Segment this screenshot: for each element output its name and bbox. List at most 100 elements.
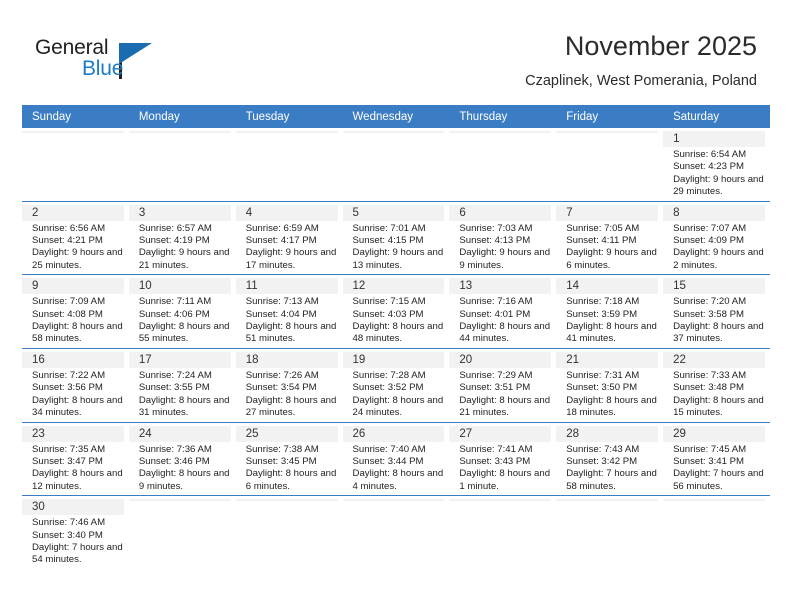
weekday-header-row: Sunday Monday Tuesday Wednesday Thursday…: [22, 105, 770, 128]
calendar-cell-day[interactable]: 20 Sunrise: 7:29 AM Sunset: 3:51 PM Dayli…: [449, 348, 557, 423]
calendar-cell-inner: 27 Sunrise: 7:41 AM Sunset: 3:43 PM Dayli…: [449, 423, 556, 496]
day-number: 22: [663, 351, 765, 368]
calendar-cell-inner: [556, 128, 663, 201]
page-header: General Blue November 2025 Czaplinek, We…: [0, 0, 792, 104]
calendar-week-row: 23 Sunrise: 7:35 AM Sunset: 3:47 PM Dayli…: [22, 422, 770, 497]
calendar-cell-day[interactable]: 23 Sunrise: 7:35 AM Sunset: 3:47 PM Dayli…: [22, 422, 129, 497]
day-number: 16: [22, 351, 124, 368]
calendar-cell-day[interactable]: 12 Sunrise: 7:15 AM Sunset: 4:03 PM Dayli…: [342, 274, 450, 349]
calendar-week-row: 2 Sunrise: 6:56 AM Sunset: 4:21 PM Daylig…: [22, 201, 770, 276]
sun-times-detail: Sunrise: 7:01 AM Sunset: 4:15 PM Dayligh…: [352, 222, 444, 271]
calendar-cell-day[interactable]: 6 Sunrise: 7:03 AM Sunset: 4:13 PM Daylig…: [449, 201, 557, 276]
sun-times-detail: Sunrise: 7:29 AM Sunset: 3:51 PM Dayligh…: [459, 369, 551, 419]
calendar-cell-day[interactable]: 16 Sunrise: 7:22 AM Sunset: 3:56 PM Dayli…: [22, 348, 129, 423]
calendar-cell-inner: 28 Sunrise: 7:43 AM Sunset: 3:42 PM Dayli…: [556, 423, 663, 496]
calendar-cell-inner: 15 Sunrise: 7:20 AM Sunset: 3:58 PM Dayli…: [663, 275, 770, 348]
day-number: [342, 131, 445, 133]
calendar-cell-day[interactable]: 25 Sunrise: 7:38 AM Sunset: 3:45 PM Dayli…: [235, 422, 343, 497]
calendar-cell-inner: 5 Sunrise: 7:01 AM Sunset: 4:15 PM Daylig…: [342, 202, 450, 275]
calendar-cell-day[interactable]: 14 Sunrise: 7:18 AM Sunset: 3:59 PM Dayli…: [556, 274, 664, 349]
calendar-cell-day[interactable]: 24 Sunrise: 7:36 AM Sunset: 3:46 PM Dayli…: [128, 422, 236, 497]
weekday-header-monday: Monday: [128, 105, 236, 128]
day-number: 15: [663, 278, 765, 295]
calendar-cell-day[interactable]: 17 Sunrise: 7:24 AM Sunset: 3:55 PM Dayli…: [128, 348, 236, 423]
calendar-cell-day[interactable]: 21 Sunrise: 7:31 AM Sunset: 3:50 PM Dayli…: [556, 348, 664, 423]
day-number: 26: [342, 425, 445, 442]
calendar-cell-inner: 21 Sunrise: 7:31 AM Sunset: 3:50 PM Dayli…: [556, 349, 663, 422]
calendar-cell-content: 5 Sunrise: 7:01 AM Sunset: 4:15 PM Daylig…: [342, 202, 450, 275]
calendar-cell-content: [128, 496, 236, 505]
calendar-cell-inner: [235, 496, 343, 569]
calendar-cell-content: 12 Sunrise: 7:15 AM Sunset: 4:03 PM Dayli…: [342, 275, 450, 348]
calendar-cell-inner: 24 Sunrise: 7:36 AM Sunset: 3:46 PM Dayli…: [128, 423, 236, 496]
calendar-cell-inner: 14 Sunrise: 7:18 AM Sunset: 3:59 PM Dayli…: [556, 275, 663, 348]
calendar-cell-day[interactable]: 19 Sunrise: 7:28 AM Sunset: 3:52 PM Dayli…: [342, 348, 450, 423]
sun-times-detail: Sunrise: 7:40 AM Sunset: 3:44 PM Dayligh…: [352, 443, 444, 492]
calendar-cell-content: [663, 496, 770, 505]
calendar-cell-content: 1 Sunrise: 6:54 AM Sunset: 4:23 PM Daylig…: [663, 128, 770, 201]
calendar-cell-day[interactable]: 28 Sunrise: 7:43 AM Sunset: 3:42 PM Dayli…: [556, 422, 664, 497]
calendar-cell-inner: 1 Sunrise: 6:54 AM Sunset: 4:23 PM Daylig…: [663, 128, 770, 201]
calendar-cell-day[interactable]: 11 Sunrise: 7:13 AM Sunset: 4:04 PM Dayli…: [235, 274, 343, 349]
sun-times-detail: Sunrise: 7:28 AM Sunset: 3:52 PM Dayligh…: [352, 369, 444, 419]
calendar-cell-inner: 11 Sunrise: 7:13 AM Sunset: 4:04 PM Dayli…: [235, 275, 343, 348]
sun-times-detail: Sunrise: 6:57 AM Sunset: 4:19 PM Dayligh…: [138, 222, 230, 271]
calendar-cell-empty: [556, 128, 664, 202]
calendar-cell-inner: 10 Sunrise: 7:11 AM Sunset: 4:06 PM Dayli…: [128, 275, 236, 348]
calendar-cell-empty: [235, 496, 343, 569]
calendar-cell-day[interactable]: 9 Sunrise: 7:09 AM Sunset: 4:08 PM Daylig…: [22, 274, 129, 349]
weekday-header-sunday: Sunday: [22, 105, 129, 128]
calendar-cell-day[interactable]: 2 Sunrise: 6:56 AM Sunset: 4:21 PM Daylig…: [22, 201, 129, 276]
day-number: 12: [342, 278, 445, 295]
calendar-cell-day[interactable]: 1 Sunrise: 6:54 AM Sunset: 4:23 PM Daylig…: [663, 128, 770, 202]
calendar-cell-content: 26 Sunrise: 7:40 AM Sunset: 3:44 PM Dayli…: [342, 423, 450, 496]
calendar-cell-inner: [449, 128, 556, 201]
calendar-cell-empty: [449, 496, 556, 569]
calendar-cell-content: 18 Sunrise: 7:26 AM Sunset: 3:54 PM Dayli…: [235, 349, 343, 422]
sun-times-detail: Sunrise: 7:43 AM Sunset: 3:42 PM Dayligh…: [566, 443, 657, 492]
general-blue-logo[interactable]: General Blue: [35, 36, 215, 88]
calendar-cell-day[interactable]: 27 Sunrise: 7:41 AM Sunset: 3:43 PM Dayli…: [449, 422, 557, 497]
day-number: 5: [342, 204, 445, 221]
day-number: 9: [22, 278, 124, 295]
day-number: [235, 499, 338, 502]
calendar-cell-content: [556, 496, 663, 505]
calendar-cell-content: 29 Sunrise: 7:45 AM Sunset: 3:41 PM Dayli…: [663, 423, 770, 496]
calendar-week-row: 9 Sunrise: 7:09 AM Sunset: 4:08 PM Daylig…: [22, 274, 770, 349]
calendar-cell-inner: 19 Sunrise: 7:28 AM Sunset: 3:52 PM Dayli…: [342, 349, 450, 422]
sun-times-detail: Sunrise: 7:16 AM Sunset: 4:01 PM Dayligh…: [459, 296, 551, 345]
calendar-cell-inner: [128, 128, 236, 201]
calendar-cell-content: 11 Sunrise: 7:13 AM Sunset: 4:04 PM Dayli…: [235, 275, 343, 348]
calendar-cell-day[interactable]: 30 Sunrise: 7:46 AM Sunset: 3:40 PM Dayli…: [22, 496, 129, 569]
day-number: 14: [556, 278, 659, 295]
calendar-cell-day[interactable]: 15 Sunrise: 7:20 AM Sunset: 3:58 PM Dayli…: [663, 274, 770, 349]
day-number: [449, 499, 552, 502]
calendar-cell-day[interactable]: 8 Sunrise: 7:07 AM Sunset: 4:09 PM Daylig…: [663, 201, 770, 276]
day-number: 13: [449, 278, 552, 295]
sun-times-detail: Sunrise: 6:59 AM Sunset: 4:17 PM Dayligh…: [245, 222, 337, 271]
calendar-cell-day[interactable]: 29 Sunrise: 7:45 AM Sunset: 3:41 PM Dayli…: [663, 422, 770, 497]
calendar-body: 1 Sunrise: 6:54 AM Sunset: 4:23 PM Daylig…: [22, 128, 770, 569]
calendar-cell-day[interactable]: 22 Sunrise: 7:33 AM Sunset: 3:48 PM Dayli…: [663, 348, 770, 423]
weekday-header-friday: Friday: [556, 105, 664, 128]
calendar-cell-day[interactable]: 4 Sunrise: 6:59 AM Sunset: 4:17 PM Daylig…: [235, 201, 343, 276]
calendar-cell-day[interactable]: 10 Sunrise: 7:11 AM Sunset: 4:06 PM Dayli…: [128, 274, 236, 349]
day-number: [449, 131, 552, 133]
calendar-cell-empty: [663, 496, 770, 569]
calendar-cell-day[interactable]: 7 Sunrise: 7:05 AM Sunset: 4:11 PM Daylig…: [556, 201, 664, 276]
calendar-cell-day[interactable]: 5 Sunrise: 7:01 AM Sunset: 4:15 PM Daylig…: [342, 201, 450, 276]
calendar-cell-content: 22 Sunrise: 7:33 AM Sunset: 3:48 PM Dayli…: [663, 349, 770, 422]
calendar-cell-inner: 26 Sunrise: 7:40 AM Sunset: 3:44 PM Dayli…: [342, 423, 450, 496]
calendar-cell-day[interactable]: 13 Sunrise: 7:16 AM Sunset: 4:01 PM Dayli…: [449, 274, 557, 349]
calendar-cell-day[interactable]: 18 Sunrise: 7:26 AM Sunset: 3:54 PM Dayli…: [235, 348, 343, 423]
calendar-cell-inner: 12 Sunrise: 7:15 AM Sunset: 4:03 PM Dayli…: [342, 275, 450, 348]
calendar-cell-inner: 2 Sunrise: 6:56 AM Sunset: 4:21 PM Daylig…: [22, 202, 129, 275]
page-title: November 2025: [564, 31, 757, 61]
calendar-cell-inner: 6 Sunrise: 7:03 AM Sunset: 4:13 PM Daylig…: [449, 202, 556, 275]
calendar-cell-day[interactable]: 26 Sunrise: 7:40 AM Sunset: 3:44 PM Dayli…: [342, 422, 450, 497]
day-number: 30: [22, 499, 124, 516]
sun-times-detail: Sunrise: 7:05 AM Sunset: 4:11 PM Dayligh…: [566, 222, 657, 271]
sun-times-detail: Sunrise: 7:41 AM Sunset: 3:43 PM Dayligh…: [459, 443, 551, 492]
calendar-cell-day[interactable]: 3 Sunrise: 6:57 AM Sunset: 4:19 PM Daylig…: [128, 201, 236, 276]
day-number: 6: [449, 204, 552, 221]
